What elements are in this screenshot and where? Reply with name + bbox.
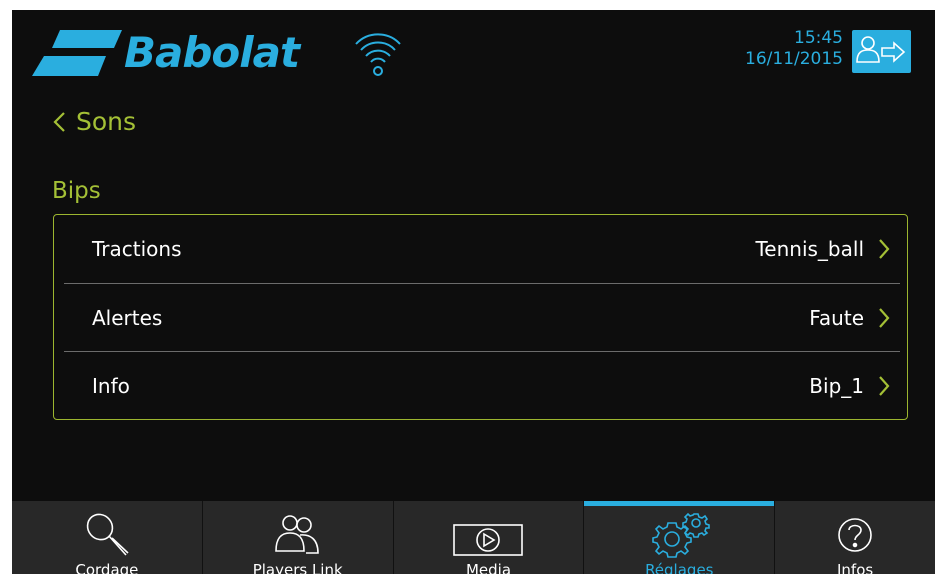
gears-icon [652,512,711,558]
nav-label: Infos [836,561,874,574]
row-value-group: Faute [809,306,900,330]
chevron-left-icon [53,112,65,132]
row-value-group: Bip_1 [809,374,900,398]
row-label: Alertes [92,306,163,330]
chevron-right-icon [879,308,890,328]
row-value-group: Tennis_ball [755,237,900,261]
nav-label: Media [465,561,512,574]
page-title: Sons [76,107,137,136]
settings-list: Tractions Tennis_ball Alertes Faute Info… [53,214,908,420]
nav-item-cordage[interactable]: Cordage [12,501,203,574]
players-icon [274,515,319,554]
clock-date: 16/11/2015 [745,49,843,69]
racket-icon [86,513,129,556]
back-button[interactable]: Sons [52,106,136,138]
settings-row-tractions[interactable]: Tractions Tennis_ball [64,215,900,283]
nav-item-media[interactable]: Media [394,501,585,574]
bottom-nav: Cordage Players Link Media Réglages Info… [12,501,935,574]
nav-item-reglages[interactable]: Réglages [584,501,776,574]
logout-button[interactable] [852,30,911,73]
row-label: Info [92,374,130,398]
nav-label: Réglages [645,561,714,574]
settings-row-alertes[interactable]: Alertes Faute [64,283,900,352]
chevron-right-icon [879,239,890,259]
chevron-right-icon [879,376,890,396]
active-tab-indicator [584,501,775,506]
nav-item-players-link[interactable]: Players Link [203,501,394,574]
app-screen: Babolat 15:45 16/11/2015 Sons Bips Tract… [12,10,935,574]
nav-label: Players Link [252,561,343,574]
babolat-logo: Babolat [30,24,360,90]
nav-label: Cordage [75,561,139,574]
wifi-icon [355,33,401,76]
brand-name: Babolat [124,28,300,77]
help-icon [838,518,872,552]
clock-time: 15:45 [794,28,843,48]
row-value: Faute [809,306,864,330]
settings-row-info[interactable]: Info Bip_1 [64,351,900,420]
nav-item-infos[interactable]: Infos [775,501,935,574]
row-value: Bip_1 [809,374,864,398]
user-logout-icon [856,36,906,63]
section-title: Bips [52,178,101,204]
row-label: Tractions [92,237,182,261]
clock: 15:45 16/11/2015 [745,28,843,70]
row-value: Tennis_ball [755,237,864,261]
babolat-logo-mark-icon [32,30,122,76]
play-icon [453,524,524,556]
